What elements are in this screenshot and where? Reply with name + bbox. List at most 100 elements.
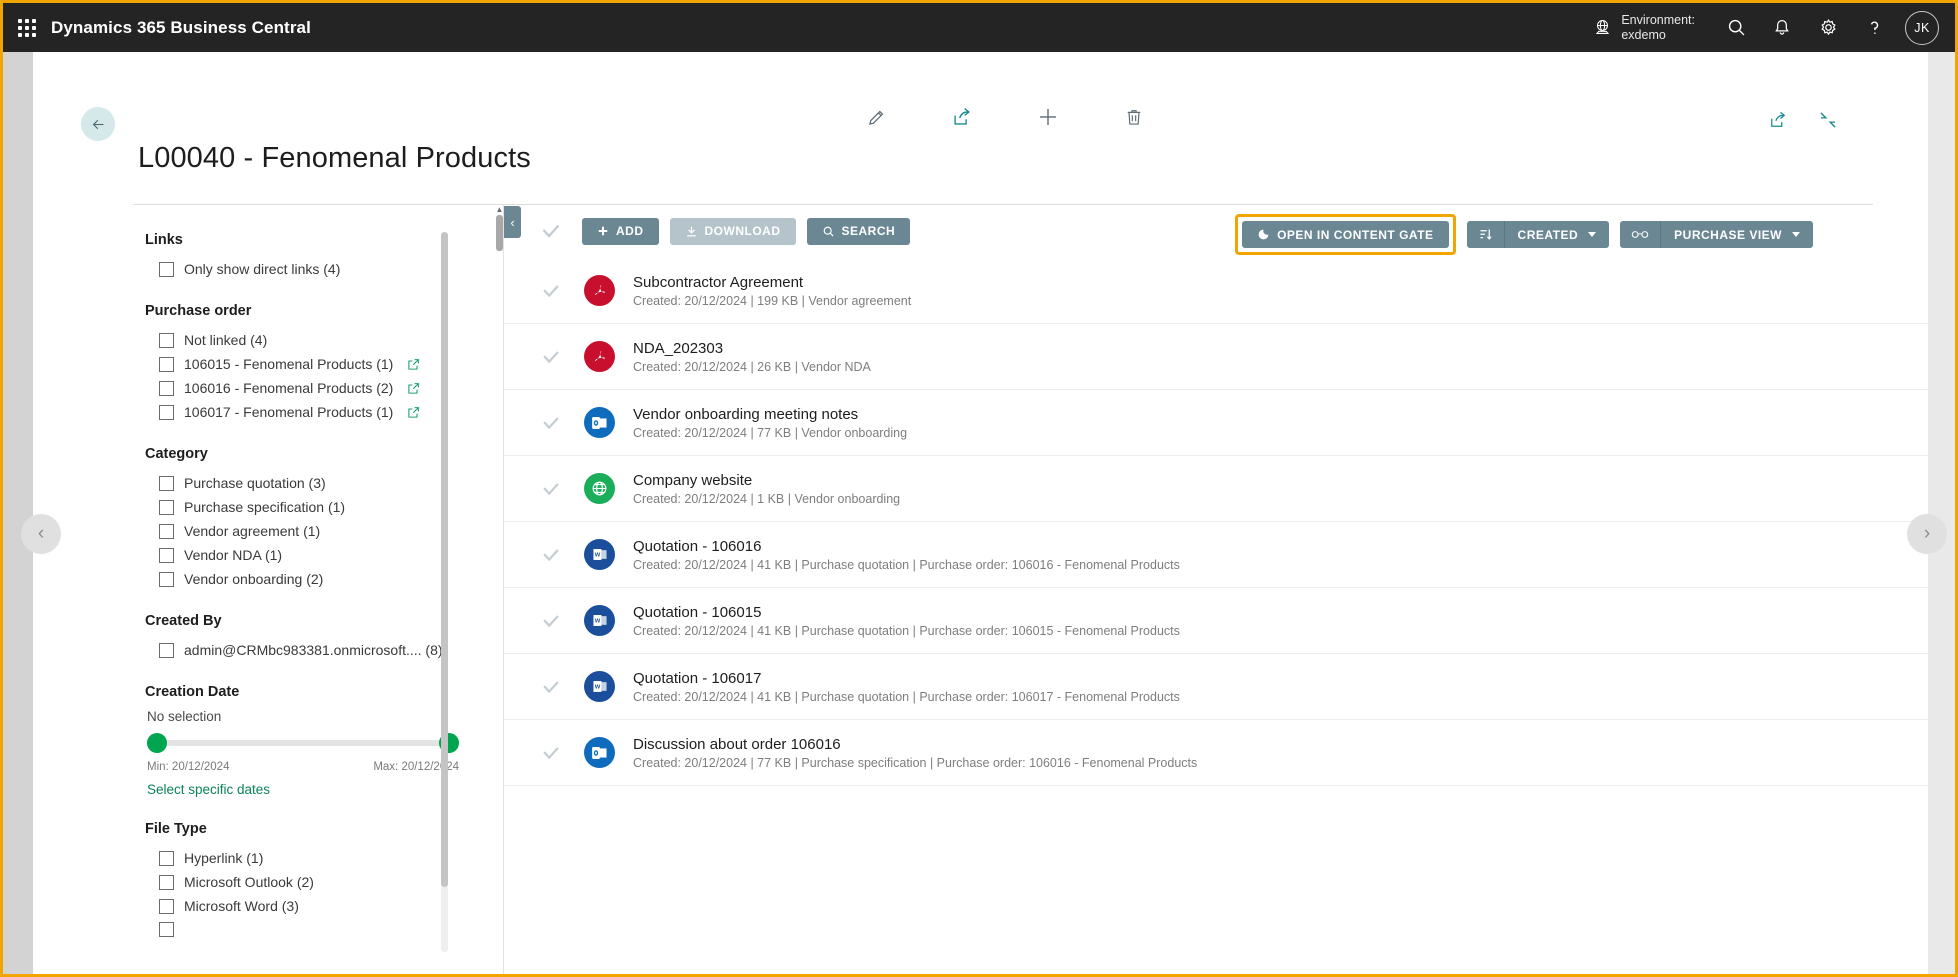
chevron-right-icon: › <box>1924 523 1930 545</box>
view-dropdown[interactable]: PURCHASE VIEW <box>1661 221 1813 248</box>
document-name: Quotation - 106015 <box>633 604 1180 621</box>
bell-icon[interactable] <box>1759 3 1805 52</box>
filter-option-vendor-onboarding[interactable]: Vendor onboarding (2) <box>145 567 503 591</box>
checkbox[interactable] <box>159 922 174 937</box>
row-select-checkmark-icon[interactable] <box>534 340 568 374</box>
edit-icon[interactable] <box>863 104 889 130</box>
creation-date-range-slider[interactable] <box>147 732 459 754</box>
list-item[interactable]: Vendor onboarding meeting notes Created:… <box>504 390 1928 456</box>
list-item[interactable]: Subcontractor Agreement Created: 20/12/2… <box>504 258 1928 324</box>
filter-option-po-106015[interactable]: 106015 - Fenomenal Products (1) <box>145 352 503 376</box>
external-link-icon[interactable] <box>407 382 420 395</box>
filter-option-created-by-admin[interactable]: admin@CRMbc983381.onmicrosoft.... (8) <box>145 638 503 662</box>
checkbox[interactable] <box>159 476 174 491</box>
globe-icon <box>584 473 615 504</box>
open-in-new-window-icon[interactable] <box>1768 110 1788 130</box>
filter-option-not-linked[interactable]: Not linked (4) <box>145 328 503 352</box>
filter-option-microsoft-outlook[interactable]: Microsoft Outlook (2) <box>145 870 503 894</box>
collapse-icon[interactable] <box>1818 110 1838 130</box>
open-in-content-gate-button[interactable]: OPEN IN CONTENT GATE <box>1242 221 1448 248</box>
filter-option-partial[interactable] <box>145 918 503 941</box>
environment-name: exdemo <box>1621 28 1695 43</box>
filter-option-microsoft-word[interactable]: Microsoft Word (3) <box>145 894 503 918</box>
results-scrollbar[interactable]: ▲ <box>495 206 504 254</box>
plus-icon[interactable] <box>1035 104 1061 130</box>
app-launcher-icon[interactable] <box>17 18 37 38</box>
back-button[interactable] <box>81 107 115 141</box>
checkbox[interactable] <box>159 875 174 890</box>
trash-icon[interactable] <box>1121 104 1147 130</box>
checkbox[interactable] <box>159 572 174 587</box>
sort-direction-icon[interactable] <box>1467 221 1504 248</box>
filter-option-po-106016[interactable]: 106016 - Fenomenal Products (2) <box>145 376 503 400</box>
checkbox[interactable] <box>159 262 174 277</box>
checkbox[interactable] <box>159 381 174 396</box>
search-button[interactable]: SEARCH <box>807 218 911 245</box>
document-meta: Created: 20/12/2024 | 41 KB | Purchase q… <box>633 690 1180 704</box>
search-button-label: SEARCH <box>842 224 896 238</box>
checkbox[interactable] <box>159 405 174 420</box>
chevron-left-icon: ‹ <box>38 523 44 545</box>
external-link-icon[interactable] <box>407 406 420 419</box>
checkbox[interactable] <box>159 357 174 372</box>
next-record-button[interactable]: › <box>1907 514 1947 554</box>
list-item[interactable]: W Quotation - 106016 Created: 20/12/2024… <box>504 522 1928 588</box>
checkbox[interactable] <box>159 500 174 515</box>
list-item-text: Quotation - 106017 Created: 20/12/2024 |… <box>633 670 1180 704</box>
checkbox[interactable] <box>159 548 174 563</box>
share-icon[interactable] <box>949 104 975 130</box>
filter-option-vendor-nda[interactable]: Vendor NDA (1) <box>145 543 503 567</box>
filter-option-purchase-specification[interactable]: Purchase specification (1) <box>145 495 503 519</box>
page-title: L00040 - Fenomenal Products <box>138 142 531 175</box>
row-select-checkmark-icon[interactable] <box>534 472 568 506</box>
list-item-text: Vendor onboarding meeting notes Created:… <box>633 406 907 440</box>
view-glasses-icon[interactable] <box>1620 221 1660 248</box>
external-link-icon[interactable] <box>407 358 420 371</box>
gear-icon[interactable] <box>1805 3 1851 52</box>
filter-option-purchase-quotation[interactable]: Purchase quotation (3) <box>145 471 503 495</box>
list-item[interactable]: W Quotation - 106015 Created: 20/12/2024… <box>504 588 1928 654</box>
results-panel: ‹ ▲ <box>503 204 1928 977</box>
filter-option-hyperlink[interactable]: Hyperlink (1) <box>145 846 503 870</box>
checkbox[interactable] <box>159 899 174 914</box>
filter-option-vendor-agreement[interactable]: Vendor agreement (1) <box>145 519 503 543</box>
list-item[interactable]: Discussion about order 106016 Created: 2… <box>504 720 1928 786</box>
row-select-checkmark-icon[interactable] <box>534 670 568 704</box>
view-label: PURCHASE VIEW <box>1674 228 1782 242</box>
list-item[interactable]: W Quotation - 106017 Created: 20/12/2024… <box>504 654 1928 720</box>
list-item[interactable]: Company website Created: 20/12/2024 | 1 … <box>504 456 1928 522</box>
filter-option-label: Vendor onboarding (2) <box>184 571 323 587</box>
help-icon[interactable] <box>1851 3 1897 52</box>
select-all-checkmark-icon[interactable] <box>534 214 568 248</box>
scroll-up-arrow-icon[interactable]: ▲ <box>496 206 504 214</box>
avatar[interactable]: JK <box>1905 11 1939 45</box>
add-button[interactable]: ADD <box>582 218 659 245</box>
environment-indicator[interactable]: Environment: exdemo <box>1593 13 1695 43</box>
list-item[interactable]: NDA_202303 Created: 20/12/2024 | 26 KB |… <box>504 324 1928 390</box>
checkbox[interactable] <box>159 643 174 658</box>
filter-sidebar-scrollbar[interactable] <box>441 232 448 952</box>
slider-handle-min[interactable] <box>147 733 167 753</box>
document-name: NDA_202303 <box>633 340 871 357</box>
download-icon <box>685 225 698 238</box>
row-select-checkmark-icon[interactable] <box>534 274 568 308</box>
select-specific-dates-link[interactable]: Select specific dates <box>147 782 270 797</box>
row-select-checkmark-icon[interactable] <box>534 604 568 638</box>
download-button[interactable]: DOWNLOAD <box>670 218 796 245</box>
filter-option-only-direct-links[interactable]: Only show direct links (4) <box>145 257 503 281</box>
checkbox[interactable] <box>159 851 174 866</box>
row-select-checkmark-icon[interactable] <box>534 406 568 440</box>
row-select-checkmark-icon[interactable] <box>534 736 568 770</box>
filter-option-label: Not linked (4) <box>184 332 267 348</box>
row-select-checkmark-icon[interactable] <box>534 538 568 572</box>
checkbox[interactable] <box>159 524 174 539</box>
checkbox[interactable] <box>159 333 174 348</box>
previous-record-button[interactable]: ‹ <box>21 514 61 554</box>
search-icon[interactable] <box>1713 3 1759 52</box>
app-window: Dynamics 365 Business Central Environmen… <box>0 0 1958 977</box>
sort-field-dropdown[interactable]: CREATED <box>1505 221 1610 248</box>
scrollbar-thumb[interactable] <box>496 215 503 251</box>
filter-option-po-106017[interactable]: 106017 - Fenomenal Products (1) <box>145 400 503 424</box>
pdf-icon <box>584 275 615 306</box>
left-gutter <box>3 52 33 977</box>
